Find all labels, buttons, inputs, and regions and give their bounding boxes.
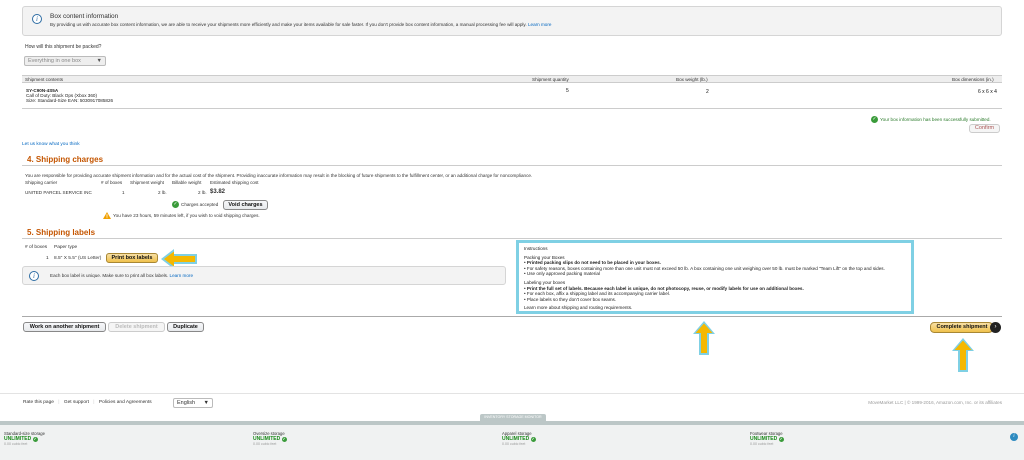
duplicate-button[interactable]: Duplicate [167,322,204,332]
header-estimated-cost: Estimated shipping cost [210,180,259,185]
info-icon: i [29,271,39,281]
label-count: 1 [46,256,49,261]
check-circle-icon: ✓ [172,201,179,208]
policies-link[interactable]: Policies and Agreements [99,400,152,405]
box-content-info-panel: i Box content information By providing u… [22,6,1002,36]
labels-unique-text: Each box label is unique. Make sure to p… [50,273,194,278]
charges-row: UNITED PARCEL SERVICE INC 1 2 lb. 2 lb. … [25,189,225,195]
carrier-name: UNITED PARCEL SERVICE INC [25,190,92,195]
box-submitted-message: Your box information has been successful… [880,117,991,122]
charges-table-header: Shipping carrier # of boxes Shipment wei… [25,180,259,185]
void-charges-button[interactable]: Void charges [223,200,268,210]
divider [22,238,1002,239]
header-label-boxes: # of boxes [25,245,48,250]
packing-select[interactable]: Everything in one box ▼ [24,56,106,66]
header-contents: Shipment contents [25,77,64,82]
chevron-down-icon: ▼ [203,400,209,406]
get-support-link[interactable]: Get support [64,400,89,405]
storage-oversize: Oversize storage UNLIMITED ✓ 0.00 cubic … [253,431,287,446]
label-paper-type: 8.5" X 5.5" (US Letter) [54,256,102,261]
divider [22,165,1002,166]
delete-shipment-button[interactable]: Delete shipment [108,322,165,332]
work-on-another-shipment-button[interactable]: Work on another shipment [23,322,106,332]
header-paper-type: Paper type [54,245,78,250]
footer-links: Rate this page | Get support | Policies … [23,400,152,405]
arrow-up-icon [692,320,716,356]
feedback-link[interactable]: Let us know what you think [22,142,80,147]
header-dimensions: Box dimensions (in.) [952,77,994,82]
contents-table-header: Shipment contents Shipment quantity Box … [22,75,1002,83]
copyright: MoveMarket LLC | © 1999-2016, Amazon.com… [868,400,1002,405]
box-info-title: Box content information [50,13,119,20]
storage-sub: 0.00 cubic feet [750,442,774,446]
charges-disclaimer: You are responsible for providing accura… [25,173,533,178]
item-quantity: 5 [566,88,569,94]
chevron-down-icon: ▼ [96,58,102,64]
complete-shipment-button[interactable]: Complete shipment [930,322,994,333]
check-circle-icon: ✓ [32,437,38,442]
packing-select-value: Everything in one box [28,58,81,64]
confirm-button[interactable]: Confirm [969,124,1000,133]
divider [22,108,1002,109]
language-value: English [177,400,196,406]
footer-divider [0,393,1024,394]
item-size: Size: Standard-Size EAN: 5030917085826 [26,98,114,104]
shipping-charges-heading: 4. Shipping charges [27,155,104,164]
labels-table-header: # of boxes Paper type [25,245,77,250]
labels-learn-more-link[interactable]: Learn more [170,273,194,278]
header-boxes: # of boxes [101,180,123,185]
header-billable-weight: Billable weight [172,180,202,185]
arrow-right-icon: › [990,322,1001,333]
storage-footwear: Footwear storage UNLIMITED ✓ 0.00 cubic … [750,431,784,446]
header-quantity: Shipment quantity [532,77,569,82]
language-select[interactable]: English ▼ [173,398,213,408]
storage-standard: Standard-size storage UNLIMITED ✓ 0.00 c… [4,431,45,446]
storage-sub: 0.00 cubic feet [253,442,277,446]
charges-accepted-label: Charges accepted [181,202,219,207]
box-info-text: By providing us with accurate box conten… [50,22,552,27]
void-warning-text: You have 23 hours, 59 minutes left, if y… [113,213,260,218]
box-info-learn-more-link[interactable]: Learn more [528,22,552,27]
storage-apparel: Apparel storage UNLIMITED ✓ 0.00 cubic f… [502,431,536,446]
check-circle-icon: ✓ [281,437,287,442]
instructions-panel: Instructions Packing your Boxes • Printe… [516,240,914,314]
shipping-labels-heading: 5. Shipping labels [27,228,96,237]
instructions-title: Instructions [524,246,548,251]
arrow-up-icon [951,337,975,373]
check-circle-icon: ✓ [778,437,784,442]
divider [22,316,1002,317]
rate-page-link[interactable]: Rate this page [23,400,54,405]
labels-unique-note: i Each box label is unique. Make sure to… [22,266,506,285]
check-circle-icon: ✓ [871,116,878,123]
info-icon: i [32,14,42,24]
info-icon[interactable]: i [1010,433,1018,441]
storage-monitor-bar: Standard-size storage UNLIMITED ✓ 0.00 c… [0,421,1024,460]
estimated-cost: $3.82 [210,189,226,195]
shipping-requirements-link[interactable]: Learn more about shipping and routing re… [524,305,906,311]
carrier-shipment-weight: 2 lb. [158,190,167,195]
storage-monitor-tab[interactable]: INVENTORY STORAGE MONITOR [480,414,546,421]
header-weight: Box weight (lb.) [676,77,708,82]
print-box-labels-button[interactable]: Print box labels [106,253,158,263]
carrier-billable-weight: 2 lb. [198,190,207,195]
packing-item: • Use only approved packing material [524,271,600,277]
header-shipment-weight: Shipment weight [130,180,164,185]
carrier-boxes: 1 [122,190,125,195]
table-row: SY-C90N-4S5A Call of Duty: Black Ops (Xb… [26,88,113,104]
labeling-item: • Place labels so they don't cover box s… [524,296,617,302]
packing-question: How will this shipment be packed? [25,44,102,50]
item-dimensions: 6 x 6 x 4 [978,89,997,95]
item-weight: 2 [706,89,709,95]
check-circle-icon: ✓ [530,437,536,442]
complete-shipment-label: Complete shipment [936,324,988,330]
storage-sub: 0.00 cubic feet [4,442,28,446]
storage-sub: 0.00 cubic feet [502,442,526,446]
header-carrier: Shipping carrier [25,180,58,185]
warning-icon [103,212,111,219]
